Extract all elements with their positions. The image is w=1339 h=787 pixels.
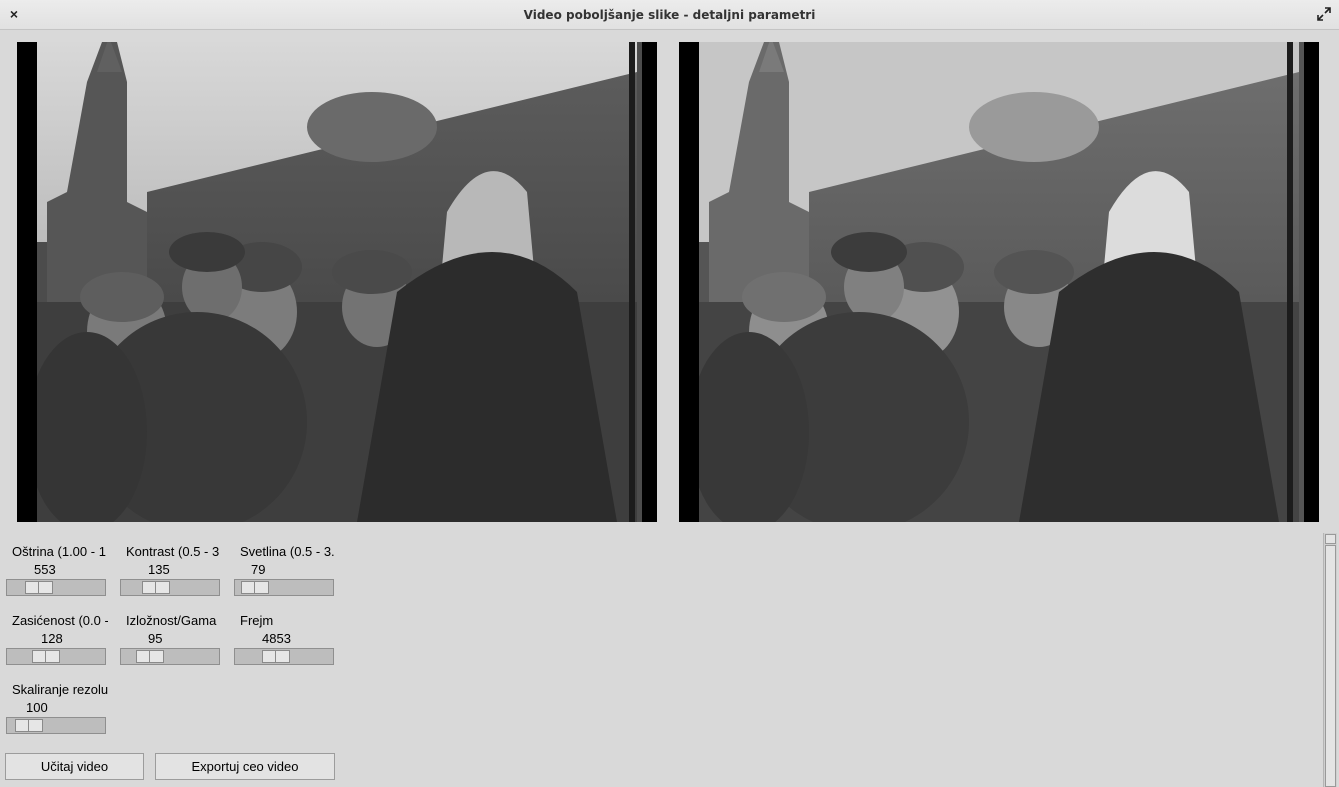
slider-thumb[interactable] [25, 581, 53, 594]
scrollbar-thumb[interactable] [1325, 545, 1336, 787]
vertical-scrollbar[interactable] [1323, 533, 1337, 787]
contrast-slider[interactable] [120, 579, 220, 596]
exposure-gamma-slider[interactable] [120, 648, 220, 665]
resolution-scaling-slider[interactable] [6, 717, 106, 734]
slider-thumb[interactable] [15, 719, 43, 732]
brightness-label: Svetlina (0.5 - 3. [240, 544, 335, 559]
window-title: Video poboljšanje slike - detaljni param… [523, 8, 816, 22]
resolution-scaling-value: 100 [26, 700, 48, 715]
sharpness-label: Oštrina (1.00 - 1 [12, 544, 106, 559]
slider-thumb[interactable] [32, 650, 60, 663]
exposure-gamma-label: Izložnost/Gama [126, 613, 217, 628]
load-video-button[interactable]: Učitaj video [5, 753, 144, 780]
brightness-value: 79 [251, 562, 266, 577]
saturation-slider[interactable] [6, 648, 106, 665]
brightness-slider[interactable] [234, 579, 334, 596]
video-original [17, 42, 657, 522]
frame-value: 4853 [262, 631, 291, 646]
slider-thumb[interactable] [262, 650, 290, 663]
saturation-label: Zasićenost (0.0 - [12, 613, 108, 628]
exposure-gamma-value: 95 [148, 631, 163, 646]
slider-thumb[interactable] [136, 650, 164, 663]
video-enhanced [679, 42, 1319, 522]
frame-slider[interactable] [234, 648, 334, 665]
sharpness-slider[interactable] [6, 579, 106, 596]
frame-label: Frejm [240, 613, 274, 628]
contrast-label: Kontrast (0.5 - 3 [126, 544, 220, 559]
slider-thumb[interactable] [142, 581, 170, 594]
title-bar: × Video poboljšanje slike - detaljni par… [0, 0, 1339, 30]
resolution-scaling-label: Skaliranje rezolu [12, 682, 108, 697]
maximize-icon[interactable] [1317, 7, 1331, 21]
saturation-value: 128 [41, 631, 63, 646]
scroll-up-arrow[interactable] [1325, 534, 1336, 544]
export-video-button[interactable]: Exportuj ceo video [155, 753, 335, 780]
slider-thumb[interactable] [241, 581, 269, 594]
sharpness-value: 553 [34, 562, 56, 577]
contrast-value: 135 [148, 562, 170, 577]
